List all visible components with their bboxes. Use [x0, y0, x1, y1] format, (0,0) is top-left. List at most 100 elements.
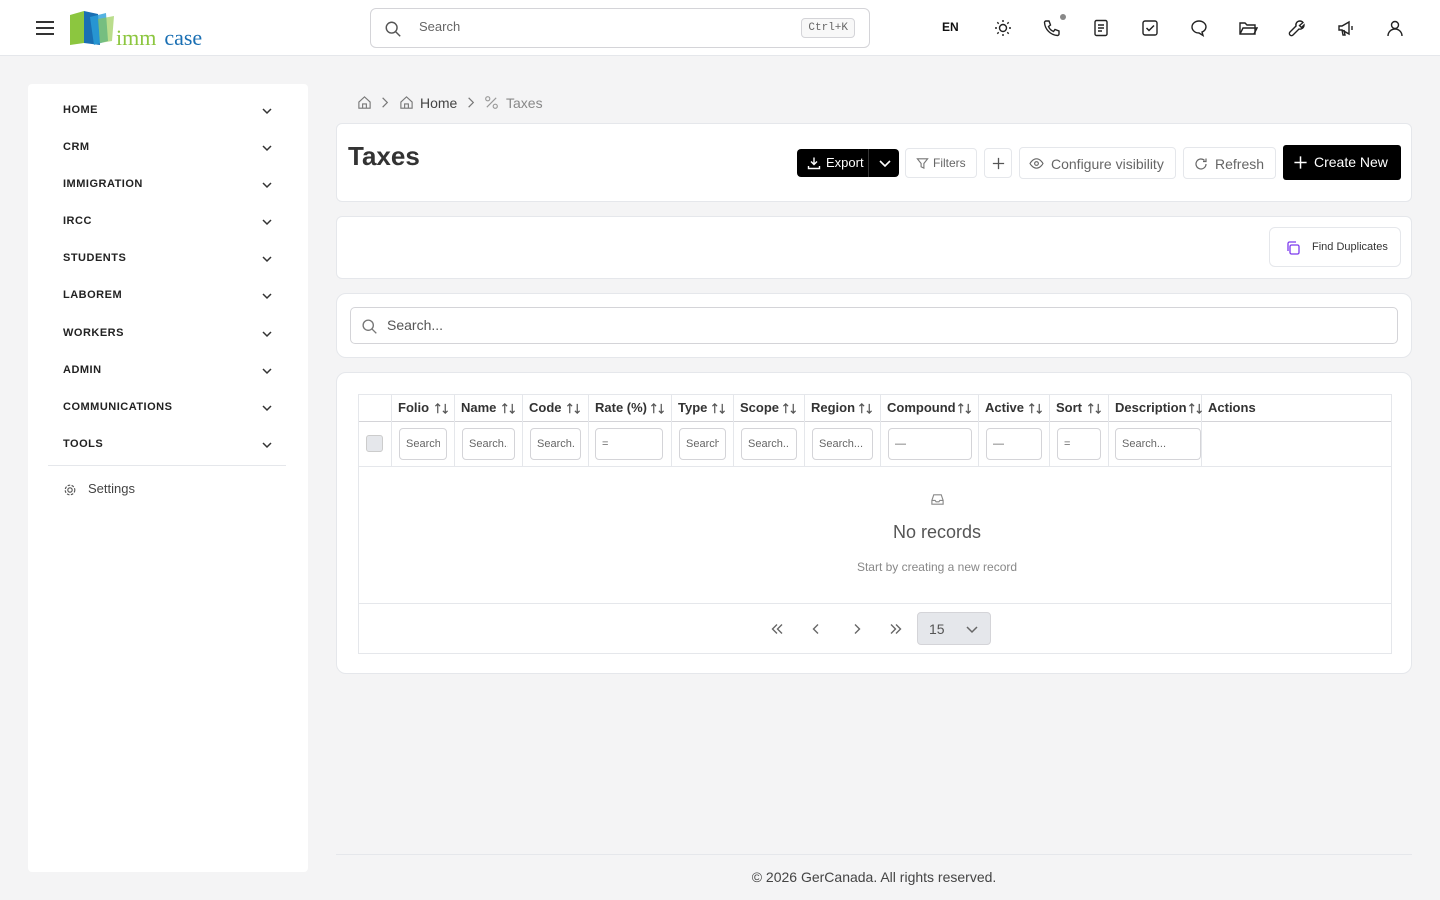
sort-icon[interactable] [957, 401, 972, 416]
create-new-button[interactable]: Create New [1283, 145, 1401, 180]
empty-state-subtitle: Start by creating a new record [856, 560, 1018, 574]
table-search-input[interactable] [387, 317, 1287, 333]
table-header: Folio Name Code Rate (%) Type Scope Regi… [359, 395, 1391, 422]
column-label: Actions [1208, 400, 1256, 415]
sort-icon[interactable] [1087, 401, 1102, 416]
sort-icon[interactable] [1028, 401, 1043, 416]
filter-active-select[interactable] [986, 428, 1042, 460]
sidebar-item-label: HOME [63, 104, 98, 116]
menu-icon[interactable] [34, 17, 56, 39]
search-panel [336, 293, 1412, 358]
footer-copyright: © 2026 GerCanada. All rights reserved. [751, 869, 997, 885]
sidebar-item-label: CRM [63, 141, 90, 153]
sort-icon[interactable] [566, 401, 581, 416]
sidebar-item-home[interactable]: HOME [63, 101, 275, 121]
notes-icon[interactable] [1091, 18, 1111, 38]
filter-cell-name [455, 422, 523, 467]
folder-icon[interactable] [1238, 18, 1258, 38]
filter-region-input[interactable] [812, 428, 873, 460]
filter-cell-code [523, 422, 589, 467]
sidebar-item-label: IMMIGRATION [63, 178, 143, 190]
filter-folio-input[interactable] [399, 428, 447, 460]
filters-label: Filters [933, 156, 966, 170]
global-search[interactable]: Ctrl+K [370, 8, 870, 48]
filter-code-input[interactable] [530, 428, 581, 460]
filter-type-input[interactable] [679, 428, 726, 460]
sort-icon[interactable] [711, 401, 726, 416]
sidebar-item-students[interactable]: STUDENTS [63, 249, 275, 269]
chat-icon[interactable] [1189, 18, 1209, 38]
previous-page-icon[interactable] [807, 620, 825, 638]
filters-button[interactable]: Filters [905, 148, 977, 178]
filter-cell-description [1109, 422, 1202, 467]
tools-wrench-icon[interactable] [1287, 18, 1307, 38]
app-logo[interactable]: imm case [70, 11, 220, 50]
sidebar-item-workers[interactable]: WORKERS [63, 324, 275, 344]
sidebar-item-admin[interactable]: ADMIN [63, 361, 275, 381]
sort-icon[interactable] [434, 401, 449, 416]
filter-sort-input[interactable] [1057, 428, 1101, 460]
configure-visibility-button[interactable]: Configure visibility [1019, 147, 1176, 179]
filter-description-input[interactable] [1115, 428, 1201, 460]
megaphone-icon[interactable] [1336, 18, 1356, 38]
sidebar-item-crm[interactable]: CRM [63, 138, 275, 158]
chevron-down-icon[interactable] [877, 155, 893, 171]
column-label: Name [461, 400, 497, 415]
chevron-down-icon [262, 405, 272, 412]
sort-icon[interactable] [501, 401, 516, 416]
filter-scope-input[interactable] [741, 428, 797, 460]
sort-icon[interactable] [1188, 401, 1203, 416]
find-duplicates-button[interactable]: Find Duplicates [1269, 227, 1401, 267]
sidebar-item-communications[interactable]: COMMUNICATIONS [63, 398, 275, 418]
chevron-down-icon [966, 626, 978, 634]
download-icon [807, 157, 821, 170]
first-page-icon[interactable] [768, 620, 786, 638]
sort-icon[interactable] [858, 401, 873, 416]
find-duplicates-label: Find Duplicates [1312, 241, 1388, 253]
phone-icon[interactable] [1042, 18, 1062, 38]
tasks-check-icon[interactable] [1140, 18, 1160, 38]
breadcrumb-home-link[interactable]: Home [420, 95, 457, 111]
sidebar-item-label: COMMUNICATIONS [63, 401, 173, 413]
column-label: Folio [398, 400, 430, 415]
theme-sun-icon[interactable] [993, 18, 1013, 38]
filter-compound-select[interactable] [888, 428, 972, 460]
sidebar-item-laborem[interactable]: LABOREM [63, 286, 275, 306]
sidebar-item-label: TOOLS [63, 438, 104, 450]
home-icon[interactable] [357, 95, 372, 110]
sort-icon[interactable] [650, 401, 665, 416]
filter-name-input[interactable] [462, 428, 515, 460]
sidebar-item-immigration[interactable]: IMMIGRATION [63, 175, 275, 195]
sort-icon[interactable] [782, 401, 797, 416]
table-search[interactable] [350, 307, 1398, 344]
chevron-right-icon [382, 97, 389, 108]
page-size-select[interactable]: 15 [917, 612, 991, 645]
logo-word-case: case [164, 25, 203, 50]
sidebar-item-label: WORKERS [63, 327, 124, 339]
empty-state-title: No records [892, 522, 982, 542]
footer-divider [336, 854, 1412, 855]
sidebar-item-tools[interactable]: TOOLS [63, 435, 275, 455]
inbox-icon [931, 494, 944, 505]
search-icon [362, 319, 377, 334]
refresh-button[interactable]: Refresh [1183, 147, 1276, 179]
breadcrumb: Home Taxes [357, 94, 657, 112]
sidebar-divider [48, 465, 286, 466]
next-page-icon[interactable] [848, 620, 866, 638]
user-icon[interactable] [1385, 18, 1405, 38]
filter-rate-input[interactable] [595, 428, 663, 460]
home-icon [400, 96, 413, 109]
page-header-panel: Taxes Export Filters Configure visibilit… [336, 123, 1412, 202]
pagination: 15 [359, 603, 1391, 654]
sidebar-item-ircc[interactable]: IRCC [63, 212, 275, 232]
sidebar-item-settings[interactable]: Settings [63, 480, 183, 500]
last-page-icon[interactable] [887, 620, 905, 638]
select-all-checkbox[interactable] [366, 435, 383, 452]
filter-cell-active [979, 422, 1050, 467]
language-switch[interactable]: EN [942, 20, 959, 34]
column-label: Sort [1056, 400, 1082, 415]
export-button[interactable]: Export [797, 149, 899, 177]
add-filter-button[interactable] [984, 148, 1012, 178]
global-search-input[interactable] [419, 19, 799, 34]
column-label: Code [529, 400, 562, 415]
